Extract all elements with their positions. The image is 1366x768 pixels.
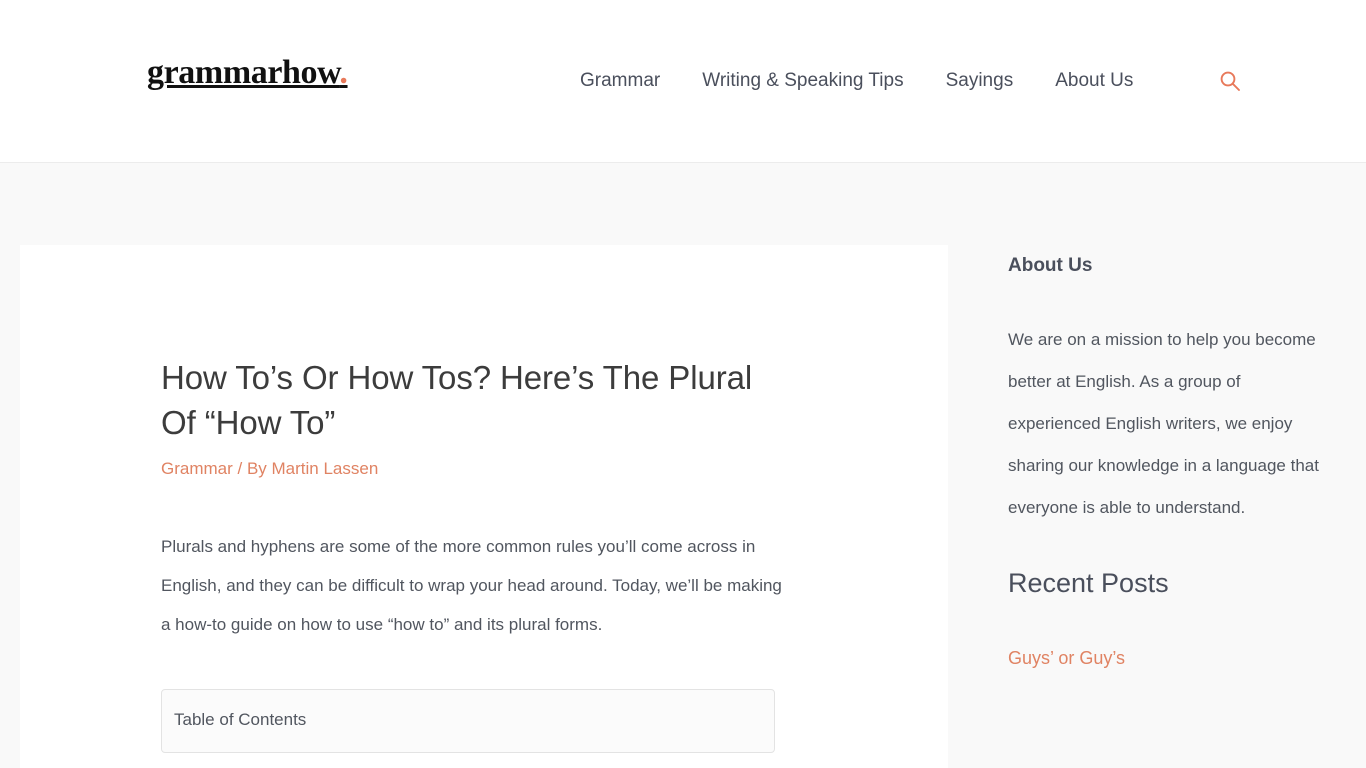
widget-title-recent-posts: Recent Posts	[1008, 568, 1169, 598]
widget-text-about-us: We are on a mission to help you become b…	[1008, 330, 1319, 517]
recent-post-link[interactable]: Guys’ or Guy’s	[1008, 648, 1125, 668]
logo-text: grammarhow	[147, 54, 340, 91]
widget-recent-posts: Recent Posts Guys’ or Guy’s	[1008, 565, 1328, 671]
article: How To’s Or How Tos? Here’s The Plural O…	[20, 245, 948, 753]
site-logo[interactable]: grammarhow.	[147, 56, 348, 90]
table-of-contents-title: Table of Contents	[174, 710, 307, 729]
list-item: Guys’ or Guy’s	[1008, 645, 1328, 671]
search-button[interactable]	[1219, 70, 1241, 92]
logo-dot: .	[339, 54, 348, 91]
post-category-link[interactable]: Grammar	[161, 459, 233, 478]
nav-item-writing-speaking-tips[interactable]: Writing & Speaking Tips	[702, 67, 903, 95]
post-meta-separator: /	[232, 459, 247, 478]
post-author-link[interactable]: Martin Lassen	[272, 459, 379, 478]
search-icon	[1221, 71, 1241, 91]
widget-about-us: About Us We are on a mission to help you…	[1008, 253, 1328, 529]
main-navigation: Grammar Writing & Speaking Tips Sayings …	[580, 67, 1241, 95]
nav-item-grammar[interactable]: Grammar	[580, 67, 660, 95]
widget-title-about-us: About Us	[1008, 255, 1093, 276]
article-card: How To’s Or How Tos? Here’s The Plural O…	[20, 245, 948, 768]
post-paragraph: Plurals and hyphens are some of the more…	[161, 537, 782, 634]
nav-item-about-us[interactable]: About Us	[1055, 67, 1133, 95]
post-meta: Grammar / By Martin Lassen	[161, 457, 787, 481]
site-header: grammarhow. Grammar Writing & Speaking T…	[0, 0, 1366, 163]
recent-posts-list: Guys’ or Guy’s	[1008, 645, 1328, 671]
table-of-contents[interactable]: Table of Contents	[161, 689, 775, 753]
nav-item-sayings[interactable]: Sayings	[946, 67, 1014, 95]
page-title: How To’s Or How Tos? Here’s The Plural O…	[161, 359, 753, 441]
sidebar: About Us We are on a mission to help you…	[1008, 253, 1328, 707]
post-body: Plurals and hyphens are some of the more…	[161, 527, 787, 644]
post-byline-prefix: By	[246, 459, 272, 478]
